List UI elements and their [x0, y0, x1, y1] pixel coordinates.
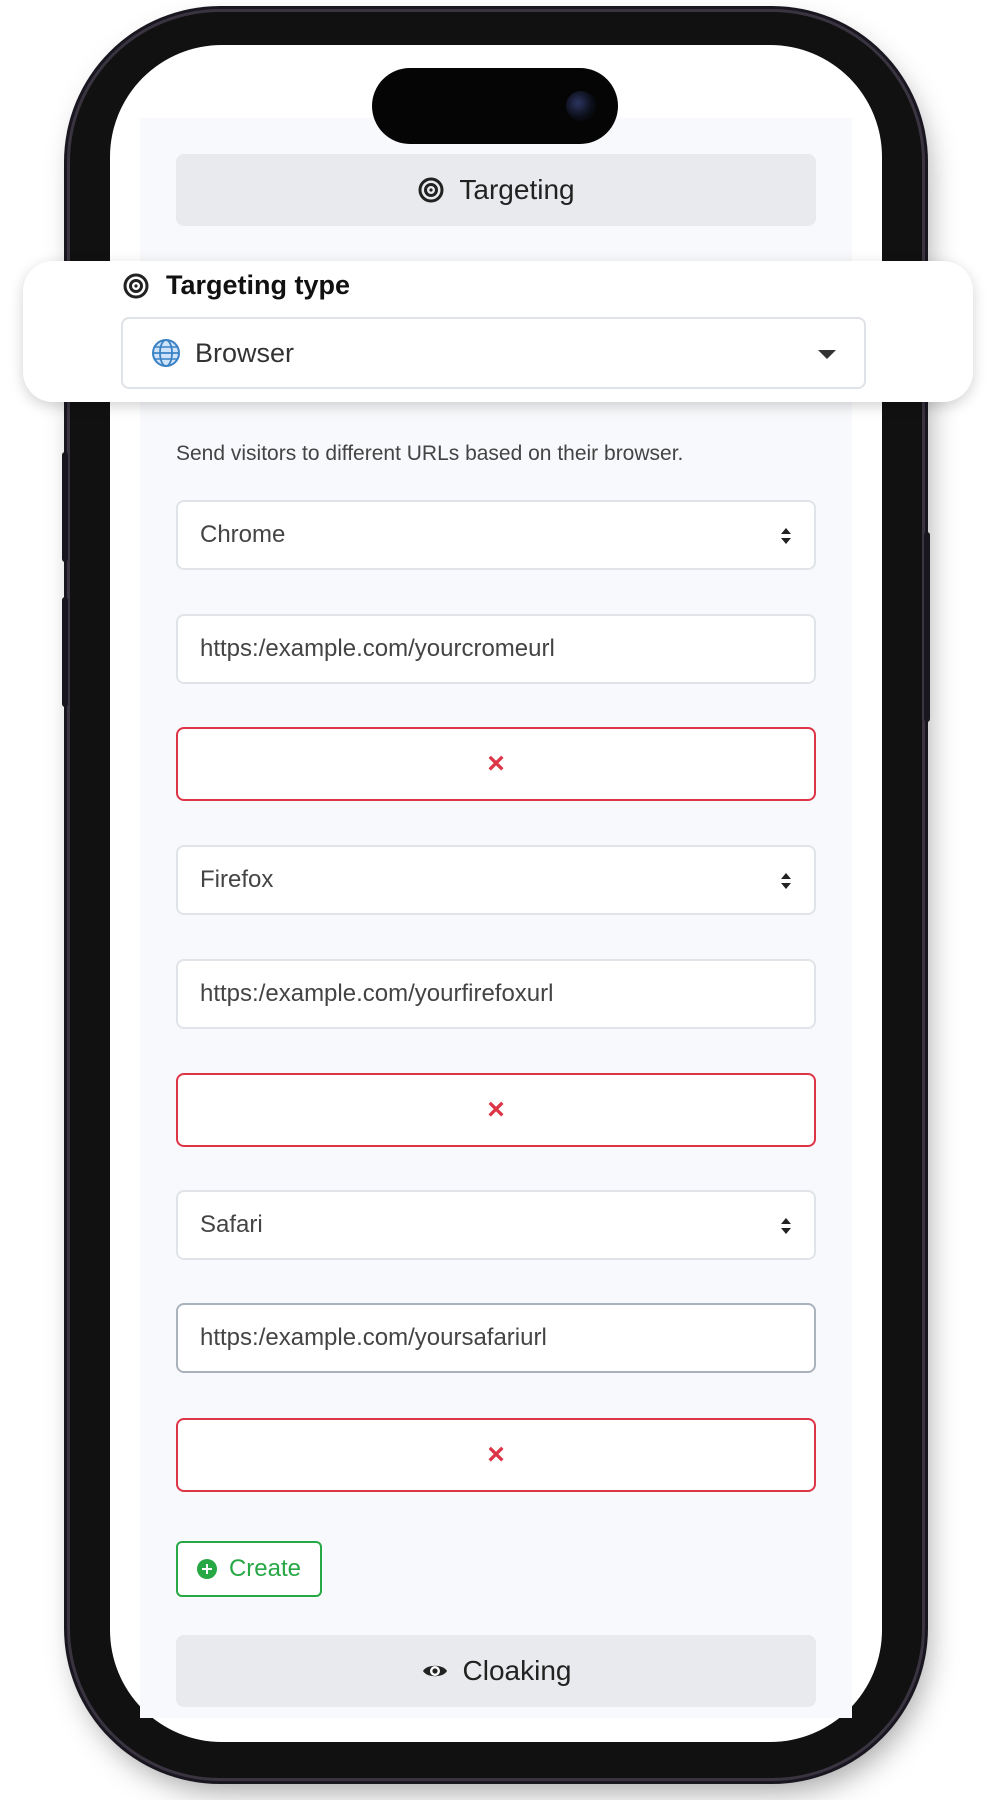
url-input-2[interactable]: https:/example.com/yourfirefoxurl	[176, 959, 816, 1029]
targeting-type-label: Targeting type	[166, 270, 351, 300]
power-button	[924, 532, 930, 722]
sort-updown-icon	[781, 1218, 791, 1234]
volume-up-button	[62, 452, 68, 562]
create-button-label: Create	[228, 1555, 302, 1582]
remove-rule-button-1[interactable]: ×	[176, 727, 816, 801]
cloaking-section-title: Cloaking	[462, 1655, 572, 1686]
browser-select-2[interactable]: Firefox	[176, 845, 816, 915]
url-input-value: https:/example.com/yoursafariurl	[200, 1324, 547, 1351]
sort-updown-icon	[781, 528, 791, 544]
url-input-value: https:/example.com/yourfirefoxurl	[200, 980, 554, 1007]
targeting-section-header[interactable]: Targeting	[176, 154, 816, 226]
create-rule-button[interactable]: Create	[176, 1541, 322, 1597]
browser-select-value: Firefox	[200, 866, 274, 893]
dynamic-island	[372, 68, 618, 144]
remove-rule-button-3[interactable]: ×	[176, 1418, 816, 1492]
browser-select-value: Chrome	[200, 521, 286, 548]
url-input-3[interactable]: https:/example.com/yoursafariurl	[176, 1303, 816, 1373]
targeting-description: Send visitors to different URLs based on…	[176, 442, 684, 465]
browser-select-3[interactable]: Safari	[176, 1190, 816, 1260]
target-icon	[123, 273, 149, 298]
targeting-section-title: Targeting	[459, 174, 575, 205]
url-input-value: https:/example.com/yourcromeurl	[200, 635, 555, 662]
remove-rule-button-2[interactable]: ×	[176, 1073, 816, 1147]
plus-circle-icon	[196, 1559, 217, 1579]
close-icon: ×	[487, 747, 505, 780]
url-input-1[interactable]: https:/example.com/yourcromeurl	[176, 614, 816, 684]
chevron-down-icon	[818, 350, 836, 359]
volume-down-button	[62, 597, 68, 707]
close-icon: ×	[487, 1438, 505, 1471]
targeting-type-value: Browser	[195, 337, 295, 368]
targeting-type-label-row: Targeting type	[122, 270, 350, 301]
browser-select-value: Safari	[200, 1211, 263, 1238]
eye-icon	[422, 1665, 447, 1677]
target-icon	[418, 177, 444, 203]
sort-updown-icon	[781, 873, 791, 889]
globe-icon	[152, 339, 180, 367]
front-camera	[566, 91, 596, 121]
targeting-type-select[interactable]: Browser	[121, 317, 866, 389]
browser-select-1[interactable]: Chrome	[176, 500, 816, 570]
close-icon: ×	[487, 1093, 505, 1126]
cloaking-section-header[interactable]: Cloaking	[176, 1635, 816, 1707]
